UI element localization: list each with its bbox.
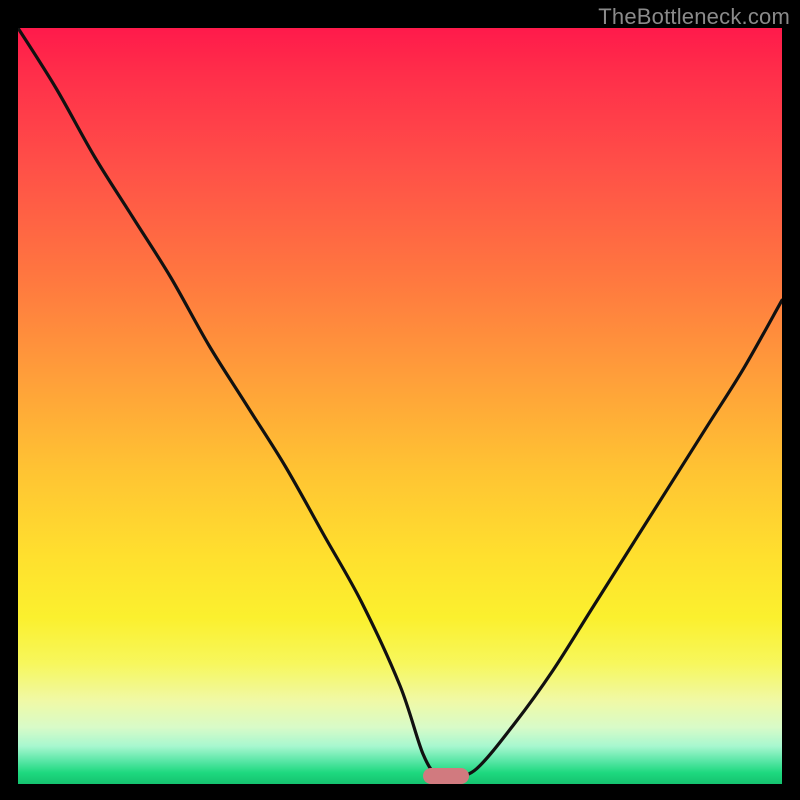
- optimum-marker: [423, 768, 469, 784]
- plot-outer: [18, 28, 782, 784]
- curve-path: [18, 28, 782, 778]
- chart-frame: TheBottleneck.com: [0, 0, 800, 800]
- bottleneck-curve: [18, 28, 782, 784]
- plot-area: [18, 28, 782, 784]
- watermark-text: TheBottleneck.com: [598, 4, 790, 30]
